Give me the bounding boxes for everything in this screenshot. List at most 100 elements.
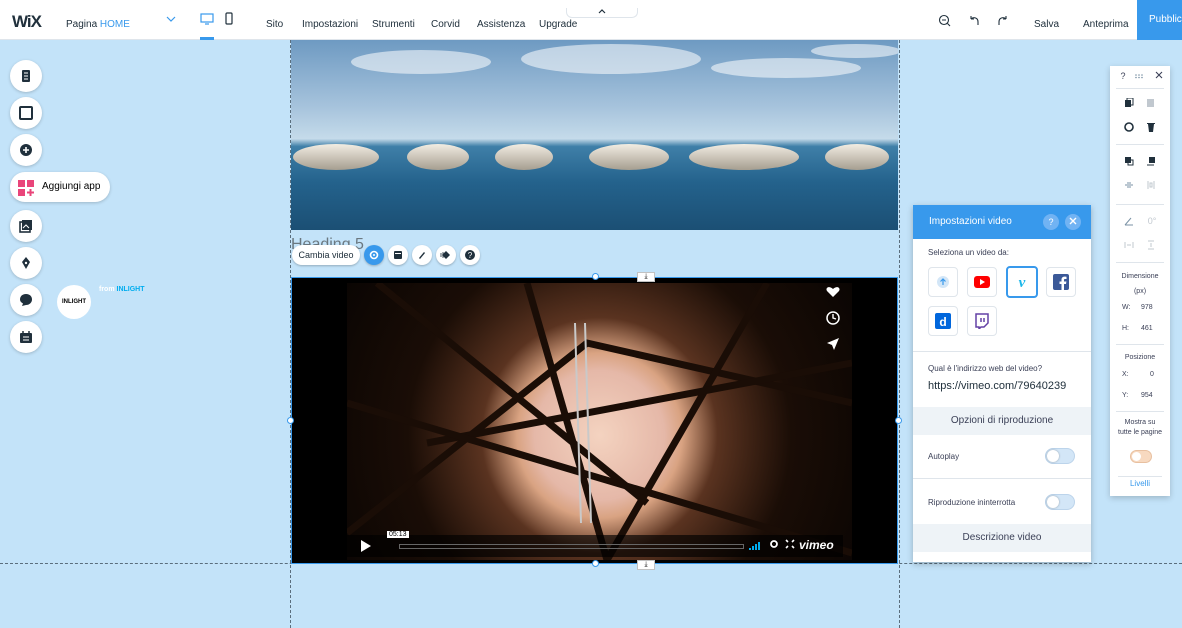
height-label: H: bbox=[1122, 325, 1129, 332]
menu-impostazioni[interactable]: Impostazioni bbox=[302, 19, 358, 30]
change-video-button[interactable]: Cambia video bbox=[292, 245, 360, 265]
publish-button[interactable]: Pubblica bbox=[1137, 0, 1182, 40]
twitch-icon[interactable] bbox=[967, 306, 997, 336]
channel-logo[interactable]: INLIGHT bbox=[57, 285, 91, 319]
progress-bar[interactable] bbox=[399, 544, 744, 549]
video-player[interactable] bbox=[291, 277, 898, 564]
chevron-down-icon[interactable] bbox=[166, 14, 176, 27]
design-pen-icon[interactable] bbox=[412, 245, 432, 265]
chat-icon[interactable] bbox=[10, 284, 42, 316]
channel-name: INLIGHT bbox=[116, 286, 145, 293]
upload-video-icon[interactable] bbox=[928, 267, 958, 297]
bookings-calendar-icon[interactable] bbox=[10, 321, 42, 353]
volume-icon[interactable] bbox=[749, 542, 763, 552]
collapse-topbar-handle[interactable] bbox=[566, 8, 638, 18]
menu-sito[interactable]: Sito bbox=[266, 19, 283, 30]
resize-handle-left[interactable] bbox=[287, 417, 294, 424]
media-icon[interactable] bbox=[10, 210, 42, 242]
match-height-icon[interactable] bbox=[1146, 240, 1156, 250]
layers-button[interactable]: Livelli bbox=[1118, 476, 1162, 490]
angle-value[interactable]: 0° bbox=[1144, 216, 1160, 226]
align-icon[interactable] bbox=[1124, 180, 1134, 190]
fullscreen-icon[interactable] bbox=[785, 539, 795, 552]
loop-toggle[interactable] bbox=[1045, 494, 1075, 510]
play-icon[interactable] bbox=[361, 540, 371, 552]
menu-corvid[interactable]: Corvid bbox=[431, 19, 460, 30]
show-all-pages-toggle[interactable] bbox=[1130, 450, 1152, 463]
resize-handle-top[interactable] bbox=[592, 273, 599, 280]
animation-icon[interactable] bbox=[436, 245, 456, 265]
background-icon[interactable] bbox=[10, 97, 42, 129]
preview-button[interactable]: Anteprima bbox=[1083, 19, 1129, 30]
hero-image-stones[interactable] bbox=[291, 40, 898, 230]
dailymotion-icon[interactable]: d bbox=[928, 306, 958, 336]
youtube-icon[interactable] bbox=[967, 267, 997, 297]
redo-icon[interactable] bbox=[996, 14, 1009, 30]
show-all-pages-label: Mostra su tutte le pagine bbox=[1118, 419, 1162, 436]
video-url-input[interactable]: https://vimeo.com/79640239 bbox=[928, 380, 1066, 392]
match-width-icon[interactable] bbox=[1124, 240, 1134, 250]
menu-upgrade[interactable]: Upgrade bbox=[539, 19, 577, 30]
mobile-icon[interactable] bbox=[222, 12, 236, 26]
help-icon[interactable]: ? bbox=[460, 245, 480, 265]
desktop-icon[interactable] bbox=[200, 12, 214, 26]
rotate-angle-icon[interactable] bbox=[1124, 216, 1134, 226]
tools-panel: ? 0° Dimensione (px) W: 978 H: 461 Posiz… bbox=[1110, 66, 1170, 496]
channel-credit[interactable]: from INLIGHT bbox=[99, 286, 145, 293]
copy-icon[interactable] bbox=[1124, 97, 1134, 108]
stretch-handle-top-icon[interactable]: ⤓ bbox=[637, 272, 655, 282]
select-source-label: Seleziona un video da: bbox=[928, 248, 1009, 257]
video-settings-gear-icon[interactable] bbox=[769, 539, 779, 552]
panel-help-button[interactable]: ? bbox=[1043, 214, 1059, 230]
share-send-icon[interactable] bbox=[823, 337, 843, 357]
resize-handle-right[interactable] bbox=[895, 417, 902, 424]
save-button[interactable]: Salva bbox=[1034, 19, 1059, 30]
duplicate-icon[interactable] bbox=[1124, 122, 1134, 132]
pages-icon[interactable] bbox=[10, 60, 42, 92]
menu-strumenti[interactable]: Strumenti bbox=[372, 19, 415, 30]
stretch-handle-bottom-icon[interactable]: ⤓ bbox=[637, 560, 655, 570]
video-control-bar[interactable]: 05:13 vimeo bbox=[347, 531, 843, 557]
top-bar: WiX Pagina HOME Sito Impostazioni Strume… bbox=[0, 0, 1182, 40]
vimeo-icon[interactable]: v bbox=[1006, 266, 1038, 298]
blog-pen-icon[interactable] bbox=[10, 247, 42, 279]
panel-title: Impostazioni video bbox=[929, 216, 1012, 227]
add-icon[interactable] bbox=[10, 134, 42, 166]
close-icon[interactable] bbox=[1065, 214, 1081, 230]
width-input[interactable]: 978 bbox=[1141, 304, 1153, 311]
bring-forward-icon[interactable] bbox=[1124, 156, 1134, 166]
resize-handle-bottom[interactable] bbox=[592, 560, 599, 567]
zoom-icon[interactable] bbox=[938, 14, 951, 30]
send-backward-icon[interactable] bbox=[1146, 156, 1156, 166]
svg-text:d: d bbox=[939, 315, 946, 329]
menu-assistenza[interactable]: Assistenza bbox=[477, 19, 525, 30]
channel-from: from bbox=[99, 286, 117, 293]
height-input[interactable]: 461 bbox=[1141, 325, 1153, 332]
watch-later-clock-icon[interactable] bbox=[823, 311, 843, 331]
layout-icon[interactable] bbox=[388, 245, 408, 265]
add-app-button[interactable]: Aggiungi app bbox=[10, 172, 110, 202]
x-input[interactable]: 0 bbox=[1150, 371, 1154, 378]
paste-icon[interactable] bbox=[1146, 98, 1156, 108]
facebook-icon[interactable] bbox=[1046, 267, 1076, 297]
wix-logo[interactable]: WiX bbox=[12, 12, 42, 32]
tools-help-button[interactable]: ? bbox=[1118, 71, 1128, 81]
close-tools-icon[interactable] bbox=[1154, 71, 1164, 81]
video-settings-panel: Impostazioni video ? Seleziona un video … bbox=[913, 205, 1091, 562]
drag-handle-icon[interactable] bbox=[1134, 71, 1144, 81]
undo-icon[interactable] bbox=[968, 14, 981, 30]
x-label: X: bbox=[1122, 371, 1129, 378]
delete-trash-icon[interactable] bbox=[1146, 122, 1156, 132]
settings-gear-icon[interactable] bbox=[364, 245, 384, 265]
video-thumbnail bbox=[347, 283, 852, 560]
y-input[interactable]: 954 bbox=[1141, 392, 1153, 399]
page-prefix: Pagina bbox=[66, 19, 100, 30]
add-app-label: Aggiungi app bbox=[42, 181, 101, 192]
like-heart-icon[interactable] bbox=[823, 286, 843, 306]
page-selector[interactable]: Pagina HOME bbox=[66, 19, 130, 30]
autoplay-toggle[interactable] bbox=[1045, 448, 1075, 464]
dimension-unit: (px) bbox=[1133, 288, 1147, 295]
video-description-header[interactable]: Descrizione video bbox=[913, 524, 1091, 552]
vimeo-logo[interactable]: vimeo bbox=[799, 538, 834, 552]
distribute-icon[interactable] bbox=[1146, 180, 1156, 190]
